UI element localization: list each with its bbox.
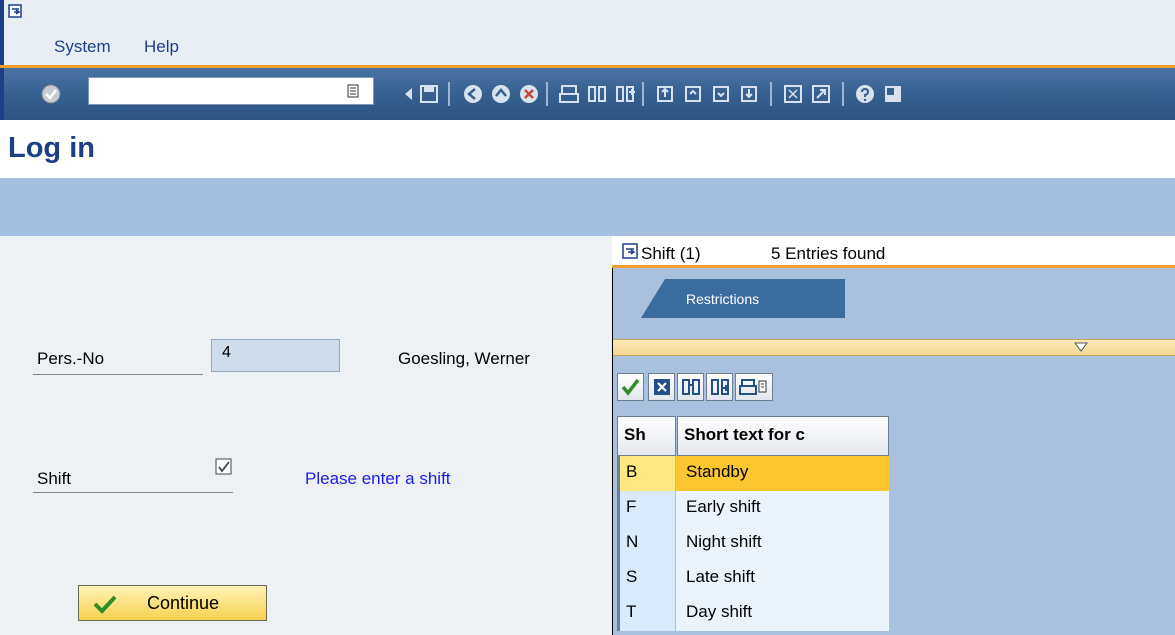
dropdown-history-icon[interactable] — [347, 84, 359, 98]
next-page-icon[interactable] — [710, 83, 732, 105]
shift-underline — [33, 492, 233, 493]
print-dropdown-icon — [739, 379, 767, 395]
row-text: Night shift — [676, 526, 889, 561]
first-page-icon[interactable] — [654, 83, 676, 105]
persno-field[interactable]: 4 — [211, 339, 340, 372]
entries-found-text: 5 Entries found — [771, 244, 886, 263]
cancel-popup-button[interactable] — [648, 373, 675, 401]
accept-button[interactable] — [617, 373, 644, 401]
page-title: Log in — [8, 132, 95, 164]
tab-restrictions-label[interactable]: Restrictions — [686, 291, 759, 307]
table-row[interactable]: T Day shift — [617, 596, 889, 631]
command-input[interactable] — [91, 80, 345, 104]
layout-menu-icon[interactable] — [882, 83, 904, 105]
shift-label: Shift — [37, 469, 72, 488]
continue-button[interactable]: Continue — [78, 585, 267, 621]
find-button[interactable] — [677, 373, 704, 401]
shortcut-icon[interactable] — [810, 83, 832, 105]
create-session-icon[interactable] — [782, 83, 804, 105]
row-key: T — [617, 596, 675, 631]
restrictions-collapse-bar[interactable] — [613, 339, 1175, 356]
exit-icon[interactable] — [490, 83, 512, 105]
persno-label: Pers.-No — [37, 349, 105, 368]
column-header-sh[interactable]: Sh — [617, 416, 676, 456]
column-header-short-text[interactable]: Short text for c — [677, 416, 889, 456]
back-arrow-icon[interactable] — [398, 83, 420, 105]
cancel-icon[interactable] — [518, 83, 540, 105]
row-text: Early shift — [676, 491, 889, 526]
find-next-button[interactable] — [706, 373, 733, 401]
table-row[interactable]: N Night shift — [617, 526, 889, 561]
persno-underline — [33, 374, 203, 375]
popup-window-icon[interactable] — [622, 243, 638, 259]
help-icon[interactable] — [854, 83, 876, 105]
row-text: Day shift — [676, 596, 889, 631]
command-field[interactable] — [88, 77, 374, 105]
row-text: Standby — [676, 456, 889, 491]
row-text: Late shift — [676, 561, 889, 596]
continue-label: Continue — [147, 593, 220, 613]
menu-system[interactable]: System — [54, 37, 111, 57]
find-icon[interactable] — [586, 83, 608, 105]
row-key: S — [617, 561, 675, 596]
application-toolbar — [0, 178, 1175, 236]
checkmark-icon — [93, 595, 117, 614]
employee-name: Goesling, Werner — [398, 349, 530, 368]
back-icon[interactable] — [462, 83, 484, 105]
menu-help[interactable]: Help — [144, 37, 179, 57]
checkmark-icon — [621, 378, 640, 396]
last-page-icon[interactable] — [738, 83, 760, 105]
table-row[interactable]: B Standby — [617, 456, 889, 491]
save-icon[interactable] — [418, 83, 440, 105]
row-key: B — [617, 456, 675, 491]
popup-title: Shift (1) — [641, 244, 701, 263]
enter-icon[interactable] — [40, 83, 62, 105]
window-menu-icon[interactable] — [8, 4, 22, 18]
print-list-button[interactable] — [735, 373, 773, 401]
binoculars-icon — [682, 379, 700, 395]
table-row[interactable]: F Early shift — [617, 491, 889, 526]
previous-page-icon[interactable] — [682, 83, 704, 105]
shift-input-help-icon[interactable] — [215, 458, 233, 476]
expand-triangle-icon[interactable] — [1074, 342, 1088, 352]
find-next-icon[interactable] — [614, 83, 636, 105]
shift-hint-text: Please enter a shift — [305, 469, 451, 488]
title-bar — [0, 120, 1175, 178]
login-form — [0, 236, 612, 635]
binoculars-plus-icon — [711, 379, 729, 395]
print-icon[interactable] — [558, 83, 580, 105]
row-key: F — [617, 491, 675, 526]
table-row[interactable]: S Late shift — [617, 561, 889, 596]
row-key: N — [617, 526, 675, 561]
close-icon — [654, 379, 670, 395]
